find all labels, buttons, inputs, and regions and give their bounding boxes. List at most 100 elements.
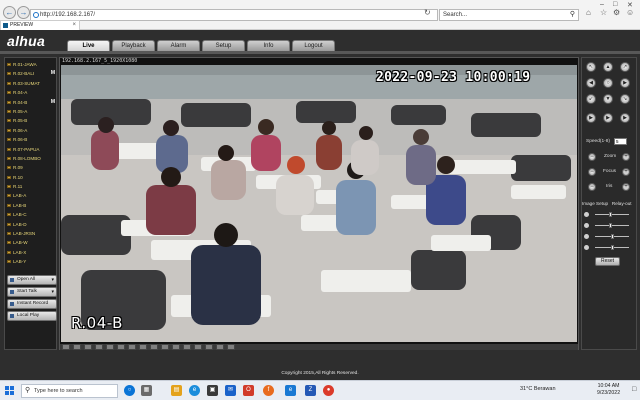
edge-icon[interactable]: e xyxy=(189,385,200,396)
firefox-icon[interactable]: f xyxy=(263,385,274,396)
office-icon[interactable]: O xyxy=(243,385,254,396)
live-video-feed[interactable]: 2022-09-23 10:00:19 R.04-B xyxy=(61,65,577,342)
channel-item[interactable]: R.09 xyxy=(5,163,57,172)
saturation-slider[interactable] xyxy=(583,233,635,240)
channel-item[interactable]: LAB-C xyxy=(5,210,57,219)
video-window[interactable]: 192.168.2.167_5_1920X1080 2022-09-23 10:… xyxy=(59,57,579,350)
channel-item[interactable]: R.11 xyxy=(5,182,57,191)
video-tool-icon[interactable] xyxy=(194,344,202,350)
relay-out-tab[interactable]: Relay-out xyxy=(612,201,632,206)
channel-item[interactable]: R.07-PAPUA xyxy=(5,145,57,154)
system-clock[interactable]: 10:04 AM 9/23/2022 xyxy=(597,383,620,397)
focus-far-button[interactable]: + xyxy=(622,168,630,176)
tab-close-icon[interactable]: × xyxy=(72,21,76,30)
favorites-star-icon[interactable]: ☆ xyxy=(600,8,607,17)
channel-item[interactable]: LAB-D xyxy=(5,220,57,229)
reset-button[interactable]: Reset xyxy=(595,257,620,266)
channel-item[interactable]: R.05-A xyxy=(5,107,57,116)
address-bar[interactable]: http://192.168.2.167/ xyxy=(30,9,438,21)
ptz-down-left-icon[interactable]: ↙ xyxy=(586,94,596,104)
cortana-icon[interactable]: ○ xyxy=(124,385,135,396)
settings-gear-icon[interactable]: ⚙ xyxy=(613,8,620,17)
channel-item[interactable]: R.01-JAWA xyxy=(5,60,57,69)
instant-record-button[interactable]: Instant Record xyxy=(7,299,57,309)
video-tool-icon[interactable] xyxy=(216,344,224,350)
store-icon[interactable]: ▣ xyxy=(207,385,218,396)
back-button[interactable]: ← xyxy=(3,6,16,19)
video-tool-icon[interactable] xyxy=(128,344,136,350)
ptz-up-icon[interactable]: ▲ xyxy=(603,62,613,72)
ptz-up-right-icon[interactable]: ↗ xyxy=(620,62,630,72)
ptz-preset-icon[interactable]: ▶ xyxy=(586,113,596,123)
video-tool-icon[interactable] xyxy=(139,344,147,350)
channel-item[interactable]: LAB-Y xyxy=(5,257,57,266)
ptz-down-right-icon[interactable]: ↘ xyxy=(620,94,630,104)
channel-item[interactable]: R.04-B M xyxy=(5,98,57,107)
brightness-slider[interactable] xyxy=(583,211,635,218)
channel-item[interactable]: R.05-B xyxy=(5,116,57,125)
video-tool-icon[interactable] xyxy=(106,344,114,350)
ptz-auto-icon[interactable]: ▶ xyxy=(620,113,630,123)
refresh-icon[interactable]: ↻ xyxy=(424,8,431,17)
chevron-down-icon[interactable]: ▾ xyxy=(51,288,54,296)
channel-item[interactable]: R.04-A xyxy=(5,88,57,97)
channel-item[interactable]: LAB-X xyxy=(5,248,57,257)
video-tool-icon[interactable] xyxy=(172,344,180,350)
start-talk-button[interactable]: Start Talk ▾ xyxy=(7,287,57,297)
video-tool-icon[interactable] xyxy=(62,344,70,350)
contrast-slider[interactable] xyxy=(583,222,635,229)
zoom-app-icon[interactable]: Z xyxy=(305,385,316,396)
zoom-in-button[interactable]: + xyxy=(622,153,630,161)
notification-icon[interactable]: □ xyxy=(632,386,636,393)
channel-item[interactable]: R.10 xyxy=(5,173,57,182)
slider-thumb[interactable] xyxy=(610,245,614,250)
browser-search-input[interactable]: Search... ⚲ xyxy=(439,9,579,21)
ptz-down-icon[interactable]: ▼ xyxy=(603,94,613,104)
channel-item[interactable]: R.06-B xyxy=(5,135,57,144)
channel-item[interactable]: LAB-JRSN xyxy=(5,229,57,238)
video-tool-icon[interactable] xyxy=(161,344,169,350)
channel-item[interactable]: LAB-A xyxy=(5,191,57,200)
speed-select[interactable]: 5 xyxy=(614,138,627,145)
video-tool-icon[interactable] xyxy=(227,344,235,350)
slider-thumb[interactable] xyxy=(608,223,612,228)
image-setup-tab[interactable]: Image Setup xyxy=(582,201,608,206)
video-tool-icon[interactable] xyxy=(150,344,158,350)
channel-item[interactable]: R.02-BALI M xyxy=(5,69,57,78)
ptz-up-left-icon[interactable]: ↖ xyxy=(586,62,596,72)
channel-item[interactable]: R.08-LOMBO xyxy=(5,154,57,163)
ptz-center-icon[interactable]: ○ xyxy=(603,78,613,88)
iris-close-button[interactable]: − xyxy=(588,183,596,191)
video-tool-icon[interactable] xyxy=(84,344,92,350)
focus-near-button[interactable]: − xyxy=(588,168,596,176)
channel-item[interactable]: LAB-B xyxy=(5,201,57,210)
forward-button[interactable]: → xyxy=(17,6,30,19)
windows-start-icon[interactable] xyxy=(5,386,15,396)
channel-item[interactable]: R.06-A xyxy=(5,126,57,135)
video-tool-icon[interactable] xyxy=(117,344,125,350)
task-view-icon[interactable]: ▦ xyxy=(141,385,152,396)
mail-icon[interactable]: ✉ xyxy=(225,385,236,396)
file-explorer-icon[interactable]: ▤ xyxy=(171,385,182,396)
browser-tab[interactable]: PREVIEW × xyxy=(0,20,80,30)
slider-thumb[interactable] xyxy=(610,234,614,239)
chrome-icon[interactable]: ● xyxy=(323,385,334,396)
chevron-down-icon[interactable]: ▾ xyxy=(51,276,54,284)
channel-item[interactable]: LAB-W xyxy=(5,238,57,247)
slider-thumb[interactable] xyxy=(608,212,612,217)
taskbar-search-input[interactable]: ⚲ Type here to search xyxy=(21,384,118,398)
ptz-left-icon[interactable]: ◀ xyxy=(586,78,596,88)
zoom-out-button[interactable]: − xyxy=(588,153,596,161)
video-tool-icon[interactable] xyxy=(73,344,81,350)
local-play-button[interactable]: Local Play xyxy=(7,311,57,321)
video-tool-icon[interactable] xyxy=(205,344,213,350)
weather-widget[interactable]: 31°C Berawan xyxy=(520,386,556,392)
video-tool-icon[interactable] xyxy=(95,344,103,350)
ptz-right-icon[interactable]: ▶ xyxy=(620,78,630,88)
maximize-icon[interactable]: □ xyxy=(613,1,617,8)
home-icon[interactable]: ⌂ xyxy=(586,8,591,17)
video-tool-icon[interactable] xyxy=(183,344,191,350)
ptz-tour-icon[interactable]: ▶ xyxy=(603,113,613,123)
close-icon[interactable]: ✕ xyxy=(627,1,633,9)
minimize-icon[interactable]: – xyxy=(600,1,604,8)
